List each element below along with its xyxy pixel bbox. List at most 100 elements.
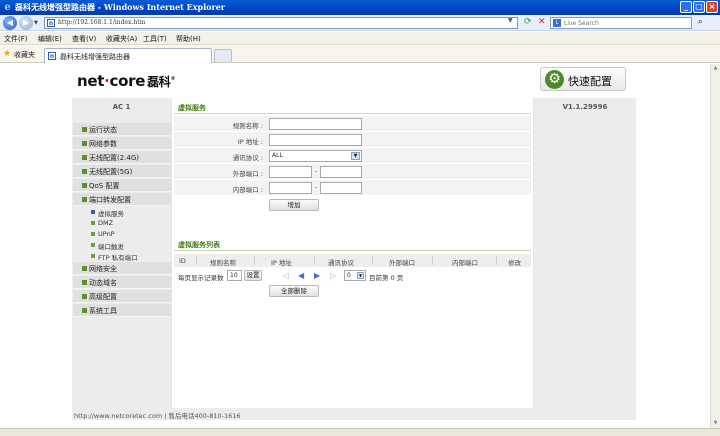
sidebar-item-port-forwarding[interactable]: 端口转发配置 — [73, 193, 171, 206]
sidebar-item-label: 网络安全 — [89, 265, 117, 273]
refresh-button[interactable]: ⟳ — [524, 17, 534, 27]
ip-address-input[interactable] — [269, 134, 362, 146]
sidebar-item-advanced[interactable]: 高级配置 — [73, 290, 171, 303]
browser-tab[interactable]: n 磊科无线增强型路由器 — [44, 48, 212, 63]
internal-port-start-input[interactable] — [269, 182, 312, 194]
window-titlebar: e 磊科无线增强型路由器 - Windows Internet Explorer… — [0, 0, 720, 15]
sidebar-subitem-virtual-service[interactable]: 虚拟服务 — [73, 207, 171, 218]
set-per-page-button[interactable]: 设置 — [244, 270, 262, 281]
search-input[interactable] — [564, 19, 684, 28]
star-icon: ★ — [3, 49, 12, 59]
sidebar-item-qos[interactable]: QoS 配置 — [73, 179, 171, 192]
arrow-left-icon: ◀ — [6, 18, 14, 27]
page-icon: n — [47, 19, 55, 27]
external-port-start-input[interactable] — [269, 166, 312, 178]
menu-file[interactable]: 文件(F) — [4, 34, 28, 44]
vertical-scrollbar[interactable]: ▲ ▼ — [710, 64, 720, 428]
sidebar-item-status[interactable]: 运行状态 — [73, 123, 171, 136]
sidebar-subitem-dmz[interactable]: DMZ — [73, 218, 171, 229]
minimize-button[interactable]: _ — [680, 1, 692, 13]
col-rule-name: 规则名称 — [210, 259, 236, 267]
delete-all-button[interactable]: 全部删除 — [269, 285, 319, 297]
square-bullet-icon — [91, 232, 95, 236]
forward-button[interactable]: ▶ — [19, 16, 33, 30]
quick-setup-button[interactable]: ⚙ 快速配置 — [540, 67, 626, 91]
col-separator — [432, 256, 433, 265]
sidebar-item-wireless-24g[interactable]: 无线配置(2.4G) — [73, 151, 171, 164]
menu-favorites[interactable]: 收藏夹(A) — [106, 34, 137, 44]
protocol-select[interactable]: ALL ▼ — [269, 150, 362, 162]
square-bullet-icon — [91, 210, 95, 214]
sidebar-subitem-upnp[interactable]: UPnP — [73, 229, 171, 240]
square-bullet-icon — [91, 221, 95, 225]
status-bar — [0, 428, 720, 436]
menu-edit[interactable]: 编辑(E) — [38, 34, 62, 44]
first-page-icon[interactable]: ◁ — [283, 271, 289, 280]
favorites-button[interactable]: 收藏夹 — [14, 50, 35, 60]
logo-text-cn: 磊科 — [147, 75, 171, 89]
internal-port-label: 内部端口 : — [232, 186, 263, 194]
sidebar-item-label: 端口转发配置 — [89, 196, 131, 204]
section-divider — [174, 113, 531, 114]
rule-name-input[interactable] — [269, 118, 362, 130]
scroll-down-icon[interactable]: ▼ — [711, 419, 720, 428]
sidebar-item-label: 无线配置(2.4G) — [89, 154, 140, 162]
menu-view[interactable]: 查看(V) — [72, 34, 96, 44]
pagination-bar: 每页显示记录数 10 设置 ◁ ◀ ▶ ▷ 0 ▼ 目前第 0 页 — [174, 269, 531, 283]
sidebar-subitem-port-trigger[interactable]: 端口触发 — [73, 240, 171, 251]
menu-help[interactable]: 帮助(H) — [176, 34, 201, 44]
search-box[interactable]: L — [550, 17, 692, 29]
sidebar-item-wireless-5g[interactable]: 无线配置(5G) — [73, 165, 171, 178]
ip-address-label: IP 地址 : — [237, 138, 263, 146]
logo-registered: ® — [170, 76, 176, 82]
sidebar: AC 1 运行状态 网络参数 无线配置(2.4G) 无线配置(5G) QoS 配… — [72, 98, 171, 408]
back-button[interactable]: ◀ — [3, 16, 17, 30]
prev-page-icon[interactable]: ◀ — [298, 271, 304, 280]
magnifier-icon: ⌕ — [698, 17, 704, 27]
square-bullet-icon — [82, 127, 87, 132]
address-input[interactable]: n http://192.168.1.1/index.htm — [44, 17, 518, 29]
next-page-icon[interactable]: ▶ — [314, 271, 320, 280]
col-protocol: 通讯协议 — [328, 259, 354, 267]
sidebar-item-ddns[interactable]: 动态域名 — [73, 276, 171, 289]
scroll-up-icon[interactable]: ▲ — [711, 64, 720, 73]
sidebar-item-label: 动态域名 — [89, 279, 117, 287]
form-row-internal-port: 内部端口 : - — [174, 180, 531, 196]
sidebar-subitem-ftp-port[interactable]: FTP 私有端口 — [73, 251, 171, 262]
form-row-external-port: 外部端口 : - — [174, 164, 531, 180]
sidebar-subitem-label: 虚拟服务 — [98, 210, 124, 218]
internal-port-end-input[interactable] — [320, 182, 362, 194]
search-button[interactable]: ⌕ — [698, 17, 703, 27]
close-button[interactable]: × — [706, 1, 718, 13]
page-select-value: 0 — [347, 272, 351, 279]
last-page-icon[interactable]: ▷ — [330, 271, 336, 280]
range-dash: - — [315, 168, 318, 176]
external-port-end-input[interactable] — [320, 166, 362, 178]
address-dropdown[interactable]: ▼ — [508, 17, 513, 24]
form-row-rule-name: 规则名称 : — [174, 116, 531, 132]
protocol-label: 通讯协议 : — [232, 154, 263, 162]
rule-name-label: 规则名称 : — [232, 122, 263, 130]
new-tab-button[interactable] — [214, 49, 232, 62]
page-footer: http://www.netcoretec.com | 售后电话400-810-… — [72, 408, 636, 420]
page-select[interactable]: 0 ▼ — [344, 270, 366, 281]
col-separator — [196, 256, 197, 265]
stop-button[interactable]: ✕ — [538, 17, 548, 27]
maximize-button[interactable]: □ — [693, 1, 705, 13]
square-bullet-icon — [82, 266, 87, 271]
per-page-input[interactable]: 10 — [227, 270, 242, 281]
main-panel: AC 1 运行状态 网络参数 无线配置(2.4G) 无线配置(5G) QoS 配… — [72, 98, 636, 408]
ie-logo-icon: e — [4, 2, 11, 13]
square-bullet-icon — [82, 294, 87, 299]
sidebar-item-system-tools[interactable]: 系统工具 — [73, 304, 171, 317]
tab-page-icon: n — [48, 52, 56, 60]
menu-tools[interactable]: 工具(T) — [143, 34, 167, 44]
sidebar-item-security[interactable]: 网络安全 — [73, 262, 171, 275]
sidebar-item-label: 网络参数 — [89, 140, 117, 148]
chevron-down-icon: ▼ — [357, 272, 364, 279]
col-separator — [496, 256, 497, 265]
add-button[interactable]: 增加 — [269, 199, 319, 211]
tab-title: 磊科无线增强型路由器 — [60, 53, 130, 61]
sidebar-item-network[interactable]: 网络参数 — [73, 137, 171, 150]
history-dropdown[interactable]: ▼ — [34, 20, 38, 26]
